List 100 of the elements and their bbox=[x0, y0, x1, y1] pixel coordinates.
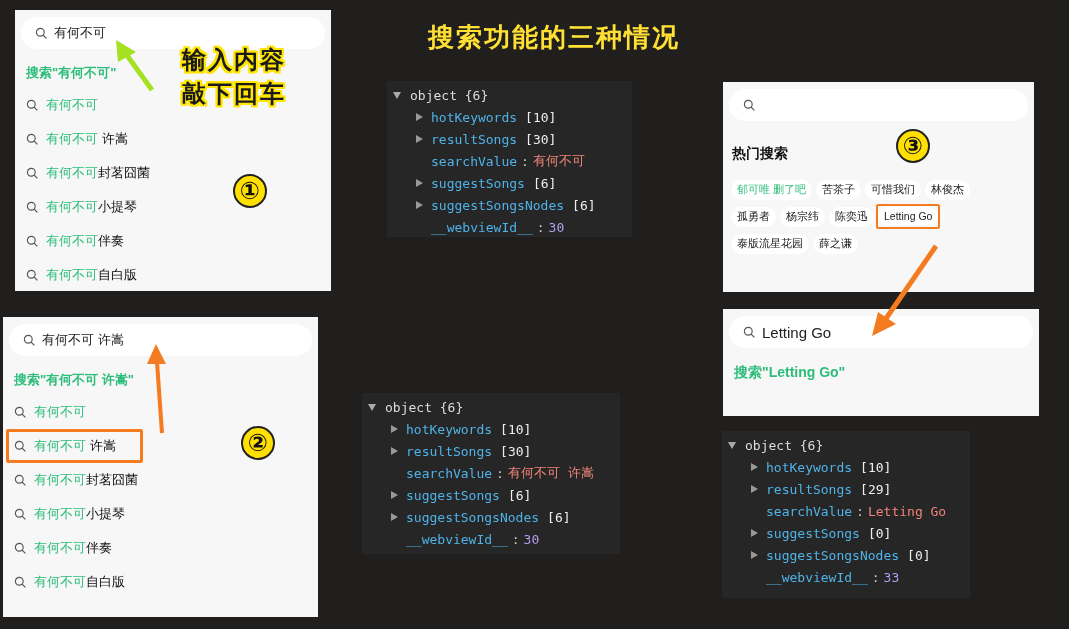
search-icon bbox=[26, 200, 39, 214]
colon-separator: : bbox=[511, 531, 520, 547]
search-icon bbox=[26, 234, 39, 248]
suggestion-item[interactable]: 有何不可小提琴 bbox=[6, 497, 134, 531]
object-header: object {6} bbox=[745, 437, 824, 453]
object-header: object {6} bbox=[385, 399, 464, 415]
search-field[interactable]: 有何不可 许嵩 bbox=[9, 324, 312, 356]
suggestion-item[interactable]: 有何不可 许嵩 bbox=[18, 122, 137, 156]
property-value: [10] bbox=[500, 421, 532, 437]
search-icon bbox=[14, 405, 27, 419]
expand-toggle-icon[interactable] bbox=[728, 441, 736, 449]
property-key: searchValue bbox=[406, 465, 493, 481]
property-value: 有何不可 bbox=[532, 152, 585, 170]
expand-toggle-icon[interactable] bbox=[751, 551, 758, 559]
property-value: 有何不可 许嵩 bbox=[507, 464, 594, 482]
expand-toggle-icon[interactable] bbox=[416, 201, 423, 209]
expand-toggle-icon[interactable] bbox=[416, 179, 423, 187]
page-title: 搜索功能的三种情况 bbox=[428, 21, 680, 54]
search-icon bbox=[14, 507, 27, 521]
search-icon bbox=[14, 473, 27, 487]
suggestion-item[interactable]: 有何不可自白版 bbox=[18, 258, 146, 292]
property-value: Letting Go bbox=[867, 503, 947, 519]
expand-toggle-icon[interactable] bbox=[751, 485, 758, 493]
property-key: searchValue bbox=[766, 503, 853, 519]
search-icon bbox=[743, 325, 756, 339]
search-icon bbox=[35, 26, 48, 40]
keyword-tag[interactable]: Letting Go bbox=[878, 207, 939, 225]
property-key: suggestSongs bbox=[766, 525, 860, 541]
expand-toggle-icon[interactable] bbox=[751, 463, 758, 471]
expand-toggle-icon[interactable] bbox=[391, 513, 398, 521]
property-value: [30] bbox=[500, 443, 532, 459]
expand-toggle-icon[interactable] bbox=[391, 447, 398, 455]
property-value: [10] bbox=[860, 459, 892, 475]
property-key: hotKeywords bbox=[766, 459, 853, 475]
expand-toggle-icon[interactable] bbox=[391, 491, 398, 499]
property-value: [0] bbox=[907, 547, 931, 563]
suggestion-item[interactable]: 有何不可小提琴 bbox=[18, 190, 146, 224]
search-icon bbox=[26, 132, 39, 146]
property-value: 30 bbox=[548, 219, 565, 235]
suggestion-item[interactable]: 有何不可伴奏 bbox=[18, 224, 133, 258]
search-icon bbox=[14, 439, 27, 453]
suggestion-item[interactable]: 有何不可 许嵩 bbox=[6, 429, 143, 463]
property-value: 30 bbox=[523, 531, 540, 547]
property-key: resultSongs bbox=[766, 481, 853, 497]
suggestion-item[interactable]: 有何不可封茗囧菌 bbox=[6, 463, 147, 497]
search-icon bbox=[26, 98, 39, 112]
property-value: [6] bbox=[532, 175, 557, 191]
search-field[interactable] bbox=[729, 89, 1028, 121]
property-key: searchValue bbox=[431, 153, 518, 169]
suggestion-item[interactable]: 有何不可伴奏 bbox=[6, 531, 121, 565]
colon-separator: : bbox=[536, 219, 545, 235]
suggestion-item[interactable]: 有何不可封茗囧菌 bbox=[18, 156, 159, 190]
colon-separator: : bbox=[856, 503, 864, 519]
keyword-tag[interactable]: 泰版流星花园 bbox=[731, 234, 809, 254]
property-value: [6] bbox=[507, 487, 532, 503]
keyword-tag[interactable]: 孤勇者 bbox=[731, 207, 776, 227]
object-header: object {6} bbox=[410, 87, 489, 103]
search-icon bbox=[26, 166, 39, 180]
property-key: __webviewId__ bbox=[431, 219, 533, 235]
property-key: suggestSongsNodes bbox=[406, 509, 540, 525]
property-value: [29] bbox=[860, 481, 892, 497]
expand-toggle-icon[interactable] bbox=[391, 425, 398, 433]
property-key: suggestSongsNodes bbox=[766, 547, 900, 563]
search-field[interactable]: Letting Go bbox=[729, 316, 1033, 348]
property-key: __webviewId__ bbox=[766, 569, 868, 585]
keyword-tag[interactable]: 薛之谦 bbox=[813, 234, 858, 254]
search-icon bbox=[14, 575, 27, 589]
property-key: hotKeywords bbox=[406, 421, 493, 437]
keyword-tag[interactable]: 苦茶子 bbox=[815, 180, 861, 200]
keyword-tag[interactable]: 杨宗纬 bbox=[780, 207, 825, 227]
search-icon bbox=[743, 98, 756, 112]
search-icon bbox=[26, 268, 39, 282]
keyword-tag[interactable]: 可惜我们 bbox=[864, 180, 921, 200]
property-key: resultSongs bbox=[406, 443, 493, 459]
keyword-tag[interactable]: 陈奕迅 bbox=[829, 207, 874, 227]
expand-toggle-icon[interactable] bbox=[416, 113, 423, 121]
property-key: hotKeywords bbox=[431, 109, 518, 125]
expand-toggle-icon[interactable] bbox=[393, 91, 401, 99]
search-icon bbox=[23, 333, 36, 347]
search-icon bbox=[14, 541, 27, 555]
property-key: resultSongs bbox=[431, 131, 518, 147]
suggestion-item[interactable]: 有何不可自白版 bbox=[6, 565, 134, 599]
property-value: [30] bbox=[525, 131, 557, 147]
expand-toggle-icon[interactable] bbox=[368, 403, 376, 411]
colon-separator: : bbox=[496, 465, 504, 481]
property-value: 33 bbox=[883, 569, 900, 585]
property-value: [10] bbox=[525, 109, 557, 125]
keyword-tag[interactable]: 林俊杰 bbox=[924, 180, 970, 200]
section-heading: 热门搜索 bbox=[732, 145, 788, 163]
property-key: __webviewId__ bbox=[406, 531, 508, 547]
colon-separator: : bbox=[521, 153, 529, 169]
property-value: [6] bbox=[547, 509, 571, 525]
expand-toggle-icon[interactable] bbox=[416, 135, 423, 143]
arrow bbox=[116, 40, 155, 92]
expand-toggle-icon[interactable] bbox=[751, 529, 758, 537]
property-key: suggestSongsNodes bbox=[431, 197, 565, 213]
colon-separator: : bbox=[871, 569, 880, 585]
property-value: [6] bbox=[572, 197, 596, 213]
property-value: [0] bbox=[867, 525, 892, 541]
property-key: suggestSongs bbox=[406, 487, 500, 503]
